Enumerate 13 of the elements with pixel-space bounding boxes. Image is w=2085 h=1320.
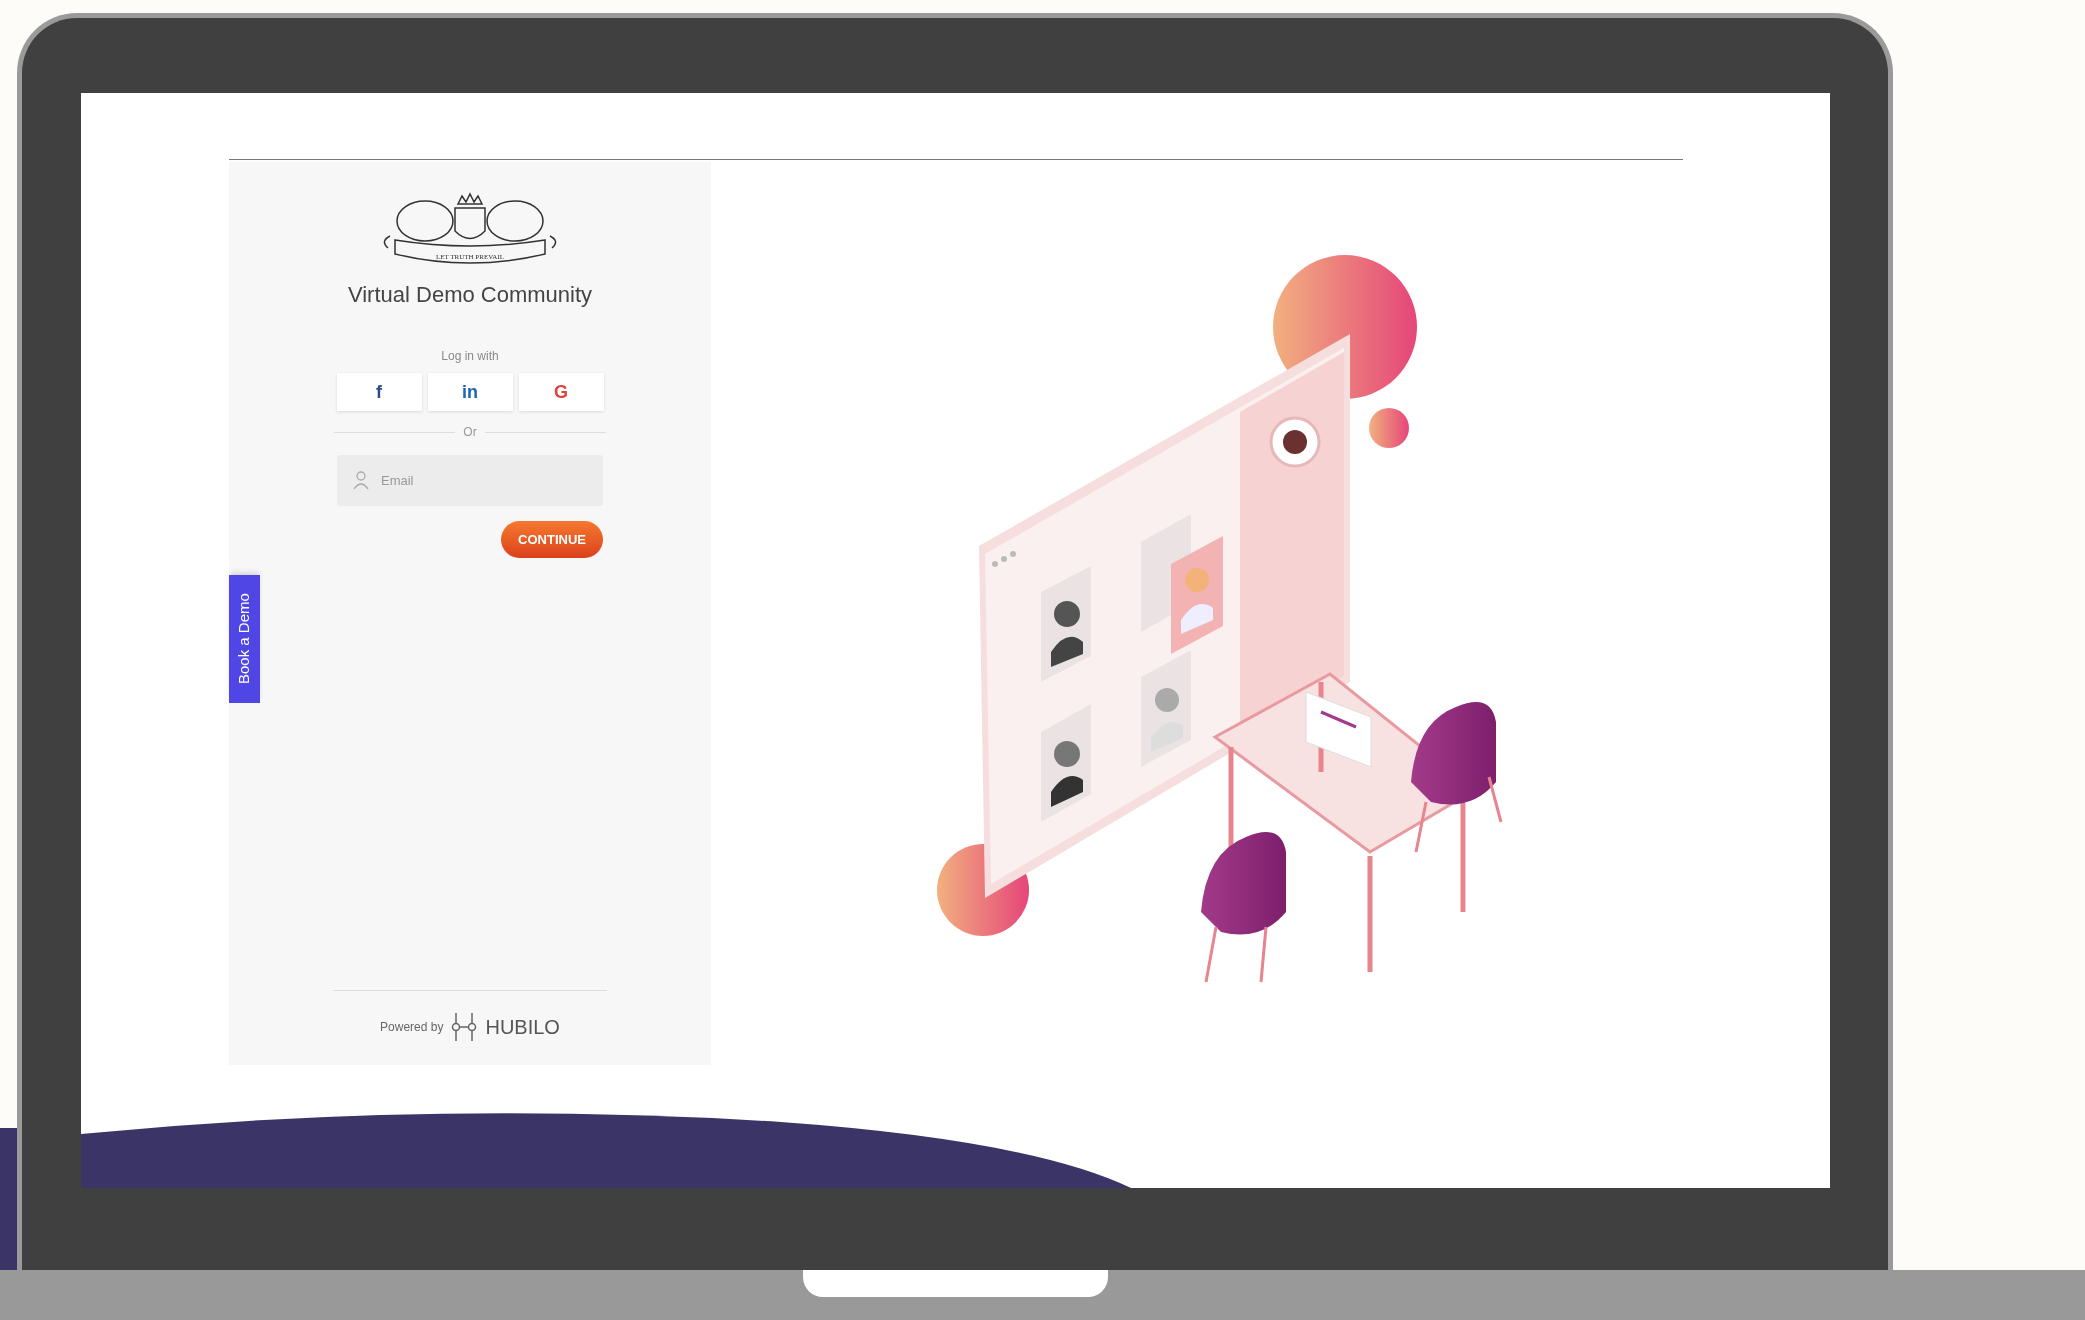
- login-with-label: Log in with: [441, 348, 499, 365]
- facebook-login-button[interactable]: f: [336, 373, 422, 411]
- book-demo-tab[interactable]: Book a Demo: [229, 575, 260, 703]
- brand-name: HUBILO: [485, 1015, 560, 1040]
- divider-label: Or: [463, 424, 477, 441]
- linkedin-login-button[interactable]: in: [427, 373, 513, 411]
- email-field[interactable]: Email: [337, 455, 603, 506]
- site-title: Virtual Demo Community: [347, 281, 593, 309]
- powered-by-label: Powered by: [380, 1019, 444, 1036]
- user-icon: [353, 470, 369, 490]
- continue-button[interactable]: CONTINUE: [501, 521, 603, 558]
- network-logo-icon: [451, 1011, 478, 1043]
- google-login-button[interactable]: G: [518, 373, 604, 411]
